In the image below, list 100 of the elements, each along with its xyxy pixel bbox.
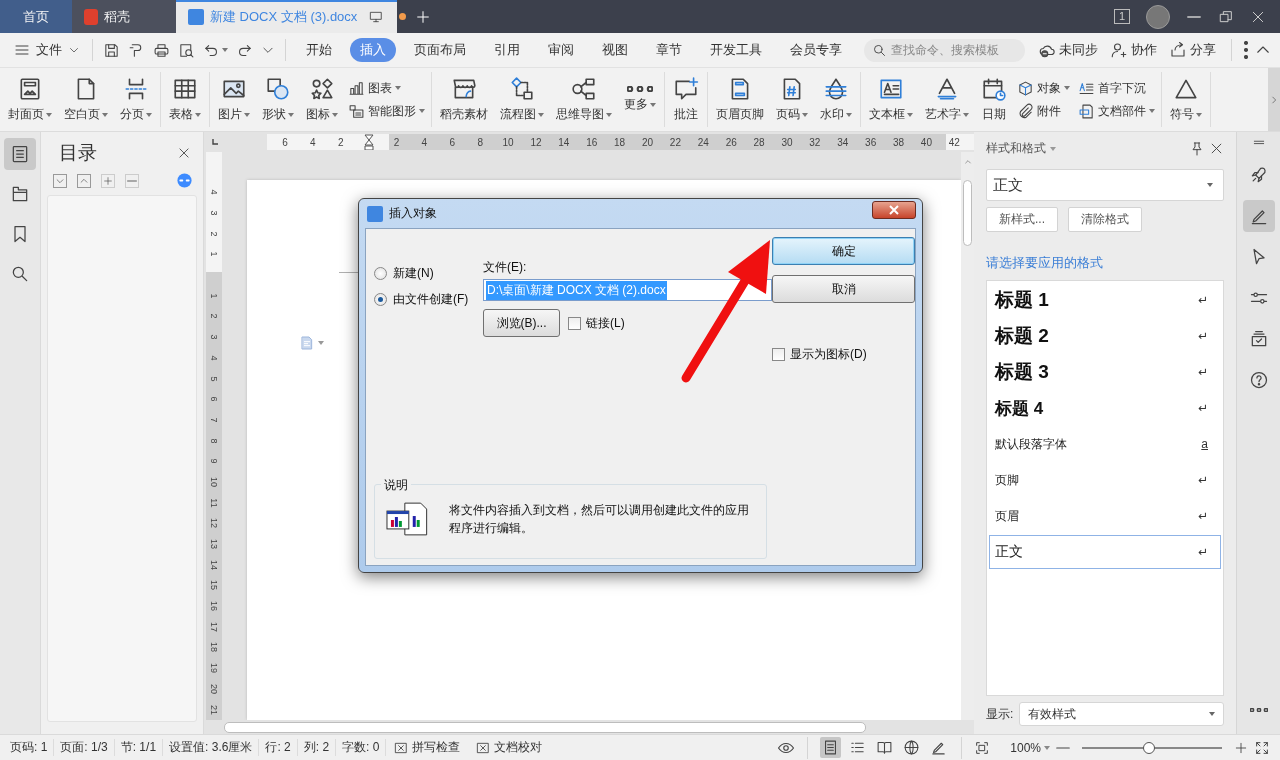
- style-item[interactable]: 默认段落字体 a: [989, 427, 1221, 461]
- ribbon-tab[interactable]: 会员专享: [780, 38, 852, 62]
- ribbon-button[interactable]: 形状: [256, 72, 300, 127]
- scrollbar[interactable]: [224, 721, 866, 733]
- toolbar-action[interactable]: 分享: [1166, 39, 1219, 61]
- cancel-button[interactable]: 取消: [772, 275, 915, 303]
- caret-icon: [244, 112, 250, 117]
- checkbox-option[interactable]: 显示为图标(D): [772, 346, 915, 363]
- ribbon-button[interactable]: 页码: [770, 72, 814, 127]
- ribbon-tab[interactable]: 引用: [484, 38, 530, 62]
- ribbon-button[interactable]: 附件: [1017, 102, 1070, 120]
- ribbon-button[interactable]: 分页: [114, 72, 158, 127]
- ribbon-button[interactable]: 空白页: [58, 72, 114, 127]
- ribbon-tab[interactable]: 页面布局: [404, 38, 476, 62]
- close-button[interactable]: [872, 200, 916, 219]
- filter-dropdown[interactable]: 有效样式: [1019, 702, 1224, 726]
- toggle-button[interactable]: [176, 172, 193, 189]
- minimize-button[interactable]: [1186, 15, 1202, 18]
- scrollbar-thumb[interactable]: [963, 180, 972, 246]
- checkbox-option[interactable]: 链接(L): [568, 314, 625, 332]
- radio-option[interactable]: 由文件创建(F): [374, 291, 478, 308]
- radio-button[interactable]: [374, 293, 387, 306]
- sidebar-button[interactable]: [4, 138, 36, 170]
- ribbon-button[interactable]: 图片: [212, 72, 256, 127]
- indent-marker-icon[interactable]: [363, 134, 374, 150]
- browse-button[interactable]: 浏览(B)...: [483, 309, 560, 337]
- toolbar-action[interactable]: 协作: [1107, 39, 1160, 61]
- status-toggle[interactable]: 文档校对: [468, 739, 551, 756]
- scrollbar[interactable]: [961, 152, 974, 720]
- ribbon-button[interactable]: 思维导图: [550, 72, 618, 127]
- style-dropdown[interactable]: 正文: [986, 169, 1224, 201]
- ribbon-button[interactable]: 首字下沉: [1078, 79, 1155, 97]
- ruler-label: 5: [209, 376, 219, 382]
- ribbon-button[interactable]: 表格: [163, 72, 207, 127]
- style-item[interactable]: 标题 1 ↵: [989, 283, 1221, 317]
- panel-title[interactable]: 样式和格式: [986, 140, 1046, 157]
- ribbon-button[interactable]: 封面页: [2, 72, 58, 127]
- group-title: 说明: [381, 477, 411, 494]
- fullscreen-button[interactable]: [1254, 739, 1270, 756]
- style-button[interactable]: 清除格式: [1068, 207, 1142, 232]
- ribbon-tab[interactable]: 视图: [592, 38, 638, 62]
- status-item: 列: 2: [297, 739, 337, 756]
- search-field[interactable]: 查找命令、搜索模板: [864, 38, 1025, 62]
- style-item[interactable]: 页眉 ↵: [989, 499, 1221, 533]
- ribbon-button[interactable]: 稻壳素材: [434, 72, 494, 127]
- style-item[interactable]: 标题 4 ↵: [989, 391, 1221, 425]
- status-item: 字数: 0: [336, 739, 387, 756]
- pin-button[interactable]: [1189, 140, 1205, 157]
- ok-button[interactable]: 确定: [772, 237, 915, 265]
- toolbar-action[interactable]: 未同步: [1035, 39, 1101, 61]
- ribbon-tab[interactable]: 章节: [646, 38, 692, 62]
- checkbox[interactable]: [772, 348, 785, 361]
- ruler-label: 32: [808, 136, 822, 148]
- restore-button[interactable]: [1218, 8, 1234, 25]
- ribbon-tab[interactable]: 审阅: [538, 38, 584, 62]
- ribbon-button[interactable]: 页眉页脚: [710, 72, 770, 127]
- ribbon-button[interactable]: 文本框: [863, 72, 919, 127]
- zoom-dropdown[interactable]: 100%: [1010, 740, 1050, 755]
- ribbon-tab[interactable]: 开始: [296, 38, 342, 62]
- ribbon-button[interactable]: 艺术字: [919, 72, 975, 127]
- tab-stop-icon[interactable]: [212, 139, 218, 145]
- close-button[interactable]: [177, 146, 191, 160]
- window-tab[interactable]: 稻壳: [72, 0, 176, 33]
- avatar[interactable]: [1146, 4, 1170, 29]
- style-item[interactable]: 页脚 ↵: [989, 463, 1221, 497]
- style-item[interactable]: 标题 3 ↵: [989, 355, 1221, 389]
- view-button[interactable]: [820, 737, 842, 758]
- window-count[interactable]: 1: [1113, 9, 1130, 24]
- fit-button[interactable]: [974, 739, 991, 756]
- ruler-label: 22: [668, 136, 682, 148]
- doc-parts-icon: [1078, 102, 1095, 120]
- ribbon-button[interactable]: 图标: [300, 72, 344, 127]
- style-item[interactable]: 正文 ↵: [989, 535, 1221, 569]
- paperclip-icon: [1017, 102, 1034, 120]
- status-toggle[interactable]: 拼写检查: [386, 739, 469, 756]
- radio-option[interactable]: 新建(N): [374, 265, 478, 282]
- ribbon-button[interactable]: 智能图形: [348, 102, 425, 120]
- file-menu[interactable]: 文件: [8, 41, 86, 59]
- ribbon-button[interactable]: 日期: [975, 72, 1013, 127]
- ribbon-tab[interactable]: 开发工具: [700, 38, 772, 62]
- ribbon-button[interactable]: 图表: [348, 79, 425, 97]
- ruler-label: 40: [919, 136, 933, 148]
- checkbox[interactable]: [568, 316, 581, 330]
- slider-thumb[interactable]: [1143, 741, 1156, 754]
- style-item[interactable]: 标题 2 ↵: [989, 319, 1221, 353]
- window-tab[interactable]: 首页: [0, 0, 72, 33]
- ribbon-button[interactable]: 批注: [667, 72, 705, 127]
- radio-button[interactable]: [374, 267, 387, 280]
- caret-icon: [195, 112, 201, 117]
- style-button[interactable]: 新样式...: [986, 207, 1058, 232]
- ribbon-button[interactable]: 流程图: [494, 72, 550, 127]
- ribbon-button[interactable]: 更多: [618, 72, 662, 127]
- sidebar-button[interactable]: [1242, 200, 1275, 232]
- ribbon-button[interactable]: 水印: [814, 72, 858, 127]
- ribbon-button[interactable]: 文档部件: [1078, 102, 1155, 120]
- close-icon: [1209, 141, 1224, 156]
- close-button[interactable]: [1209, 141, 1224, 156]
- more-button[interactable]: [1244, 41, 1248, 59]
- ribbon-button[interactable]: 对象: [1017, 79, 1070, 97]
- ribbon-button[interactable]: 符号: [1164, 72, 1208, 127]
